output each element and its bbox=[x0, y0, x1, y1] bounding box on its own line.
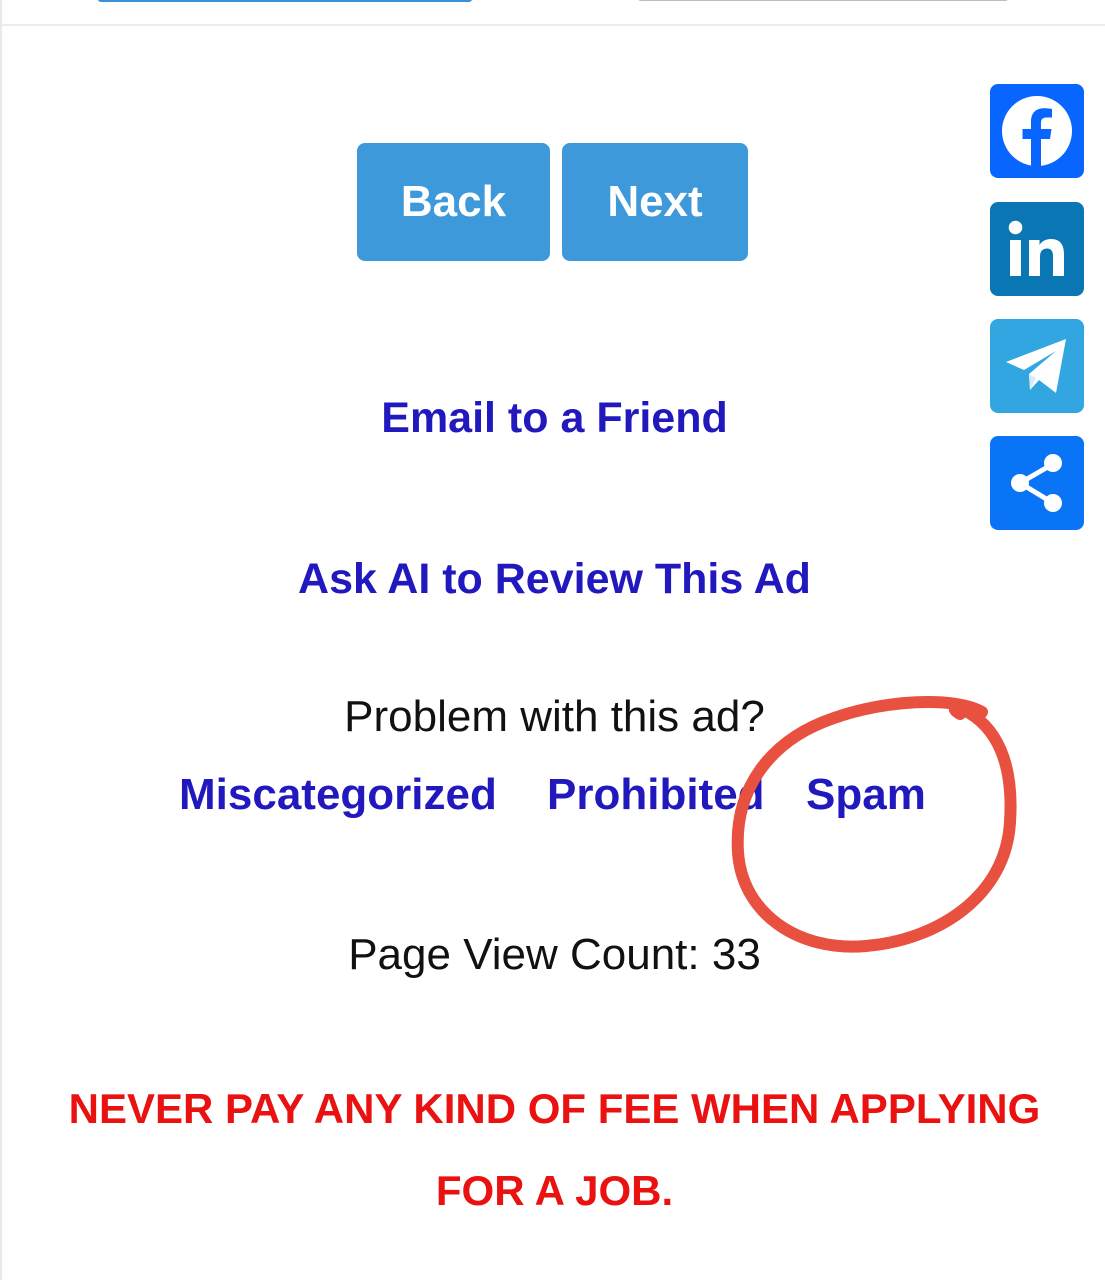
top-field-edge[interactable] bbox=[638, 0, 1008, 1]
linkedin-icon bbox=[1008, 220, 1064, 276]
top-toolbar-edge bbox=[2, 0, 1105, 26]
page-view-count: Page View Count: 33 bbox=[348, 930, 761, 979]
problem-prompt: Problem with this ad? bbox=[344, 692, 765, 741]
fee-warning: NEVER PAY ANY KIND OF FEE WHEN APPLYING … bbox=[68, 1085, 1041, 1214]
next-button[interactable]: Next bbox=[562, 143, 748, 261]
facebook-icon bbox=[1002, 96, 1072, 169]
ad-page: Back Next Email to a Friend Ask AI to Re… bbox=[0, 0, 1105, 1280]
back-button[interactable]: Back bbox=[357, 143, 550, 261]
share-icon bbox=[1011, 454, 1062, 512]
ask-ai-review-link[interactable]: Ask AI to Review This Ad bbox=[2, 555, 1105, 604]
linkedin-share-button[interactable] bbox=[990, 202, 1084, 296]
generic-share-button[interactable] bbox=[990, 436, 1084, 530]
report-miscategorized-link[interactable]: Miscategorized bbox=[179, 770, 497, 820]
report-spam-link[interactable]: Spam bbox=[806, 770, 926, 820]
facebook-share-button[interactable] bbox=[990, 84, 1084, 178]
telegram-share-button[interactable] bbox=[990, 319, 1084, 413]
report-prohibited-link[interactable]: Prohibited bbox=[547, 770, 765, 820]
telegram-icon bbox=[1006, 339, 1066, 393]
top-button-edge[interactable] bbox=[98, 0, 472, 2]
email-to-friend-link[interactable]: Email to a Friend bbox=[2, 394, 1105, 443]
